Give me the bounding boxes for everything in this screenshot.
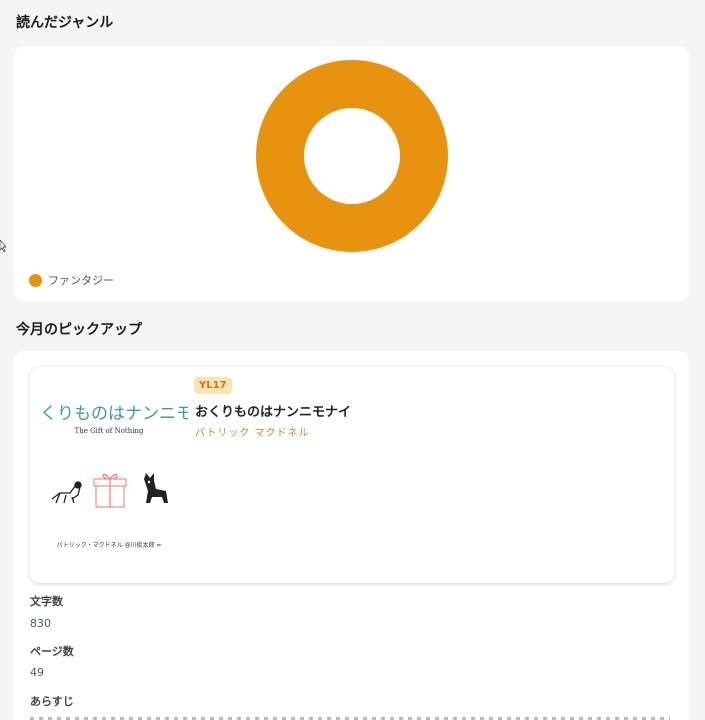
cover-illustration <box>51 473 168 508</box>
genre-donut-chart <box>256 60 448 252</box>
pickup-section-title: 今月のピックアップ <box>16 322 142 338</box>
chart-legend: ファンタジー <box>29 272 114 288</box>
dog-left-icon <box>51 481 82 504</box>
page: 読んだジャンル ファンタジー 今月のピックアップ くりものはナンニモナ The … <box>0 0 705 720</box>
pickup-card: くりものはナンニモナ The Gift of Nothing <box>14 351 689 720</box>
genre-section-title: 読んだジャンル <box>16 15 114 31</box>
cat-right-icon <box>144 473 168 503</box>
cover-title: くりものはナンニモナ <box>40 404 188 424</box>
page-count-value: 49 <box>30 666 44 679</box>
cover-author: パトリック・マクドネル 谷川俊太郎 = <box>56 542 162 549</box>
donut-slice-ファンタジー[interactable] <box>256 60 448 252</box>
gift-box-icon <box>93 473 127 508</box>
yl-level-badge: YL17 <box>194 377 232 394</box>
page-count-label: ページ数 <box>30 645 74 658</box>
book-title[interactable]: おくりものはナンニモナイ <box>195 401 351 420</box>
genre-chart-card: ファンタジー <box>14 46 689 301</box>
book-card[interactable]: くりものはナンニモナ The Gift of Nothing <box>30 367 674 583</box>
mouse-cursor-icon <box>0 240 6 252</box>
book-author: パトリック マクドネル <box>195 428 310 439</box>
legend-swatch-icon <box>29 273 42 287</box>
cover-subtitle: The Gift of Nothing <box>74 427 144 435</box>
char-count-label: 文字数 <box>30 595 63 608</box>
char-count-value: 830 <box>30 617 51 630</box>
book-cover[interactable]: くりものはナンニモナ The Gift of Nothing <box>30 367 188 583</box>
legend-label-fantasy: ファンタジー <box>48 274 114 287</box>
synopsis-label: あらすじ <box>30 695 74 708</box>
